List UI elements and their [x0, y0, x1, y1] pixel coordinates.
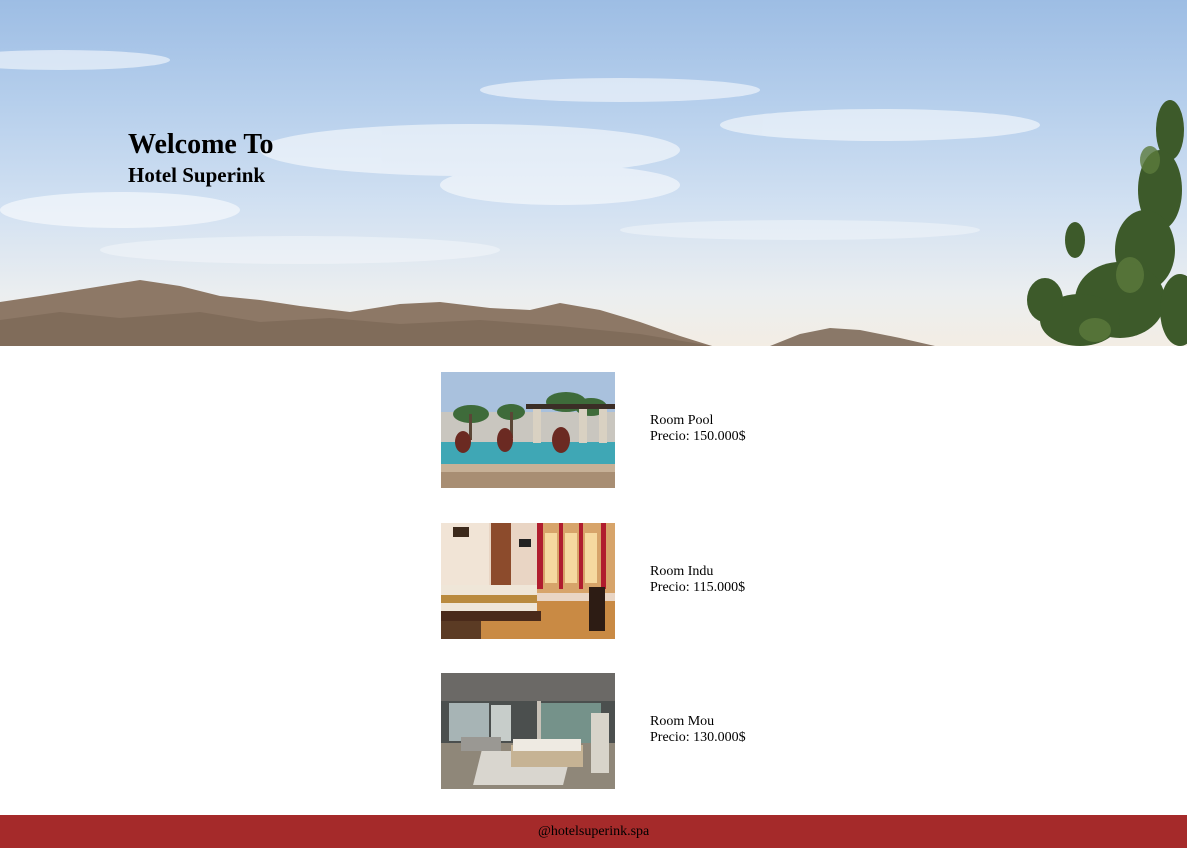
- hero-heading: Welcome To Hotel Superink: [128, 128, 273, 188]
- room-price: Precio: 130.000$: [650, 730, 746, 745]
- room-price: Precio: 150.000$: [650, 429, 746, 444]
- hero-title: Welcome To: [128, 129, 274, 160]
- hero-subtitle: Hotel Superink: [128, 163, 266, 187]
- room-name: Room Mou: [650, 714, 715, 729]
- room-card-indu: Room Indu Precio: 115.000$: [441, 523, 841, 639]
- hero-banner: Welcome To Hotel Superink: [0, 0, 1187, 346]
- footer-social-handle: @hotelsuperink.spa: [538, 824, 650, 839]
- room-info: Room Mou Precio: 130.000$: [650, 714, 746, 746]
- room-info: Room Indu Precio: 115.000$: [650, 564, 745, 596]
- footer: @hotelsuperink.spa: [0, 815, 1187, 848]
- suite-photo: [441, 673, 615, 789]
- room-info: Room Pool Precio: 150.000$: [650, 413, 746, 445]
- bedroom-photo: [441, 523, 615, 639]
- pool-photo: [441, 372, 615, 488]
- room-card-mou: Room Mou Precio: 130.000$: [441, 673, 841, 789]
- room-name: Room Pool: [650, 413, 714, 428]
- room-name: Room Indu: [650, 564, 714, 579]
- room-card-pool: Room Pool Precio: 150.000$: [441, 372, 841, 488]
- room-price: Precio: 115.000$: [650, 580, 746, 595]
